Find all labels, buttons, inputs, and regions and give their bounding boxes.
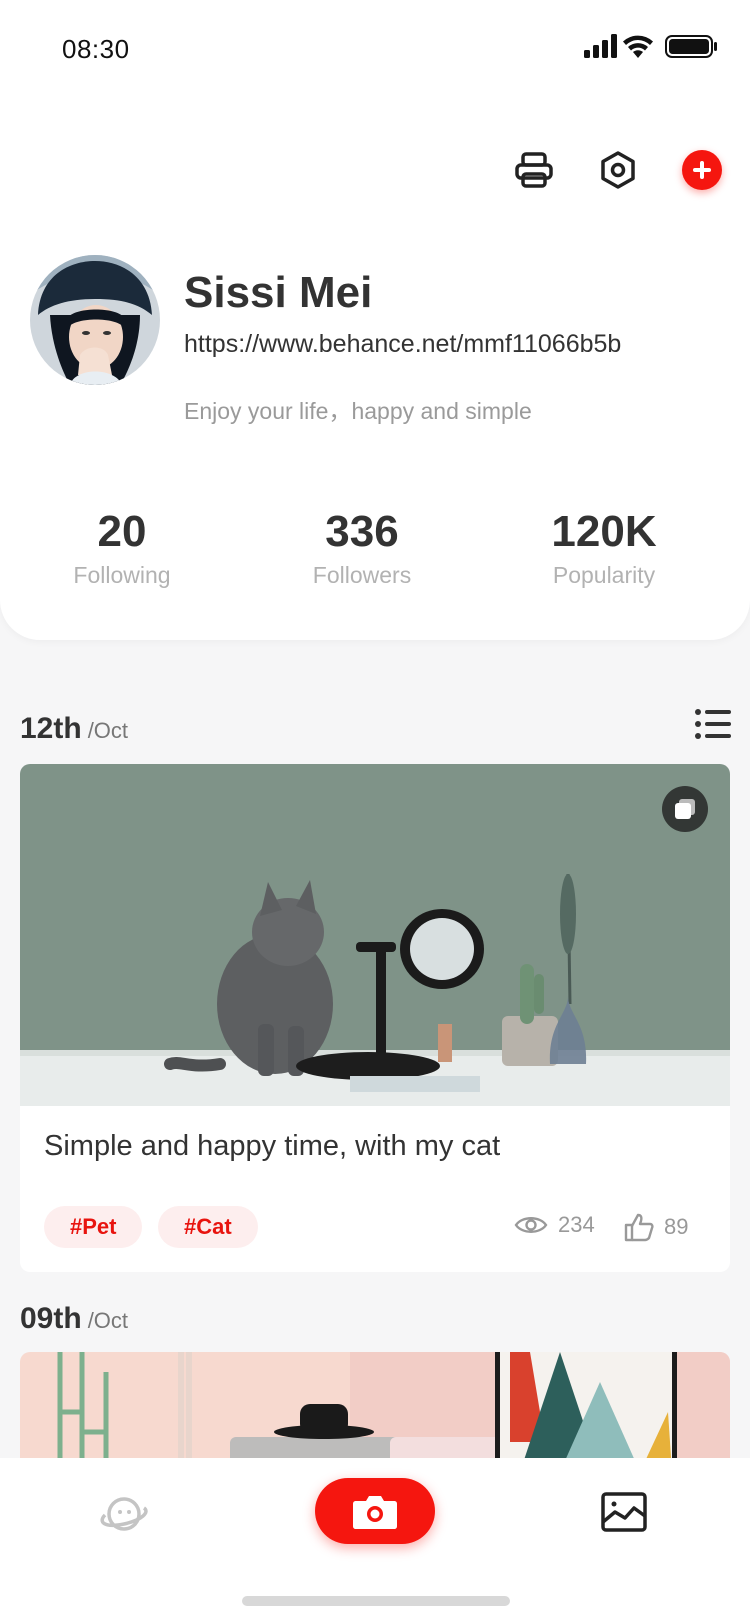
signal-icon — [584, 34, 617, 58]
stat-popularity[interactable]: 120K Popularity — [540, 507, 668, 589]
profile-bio: Enjoy your life，happy and simple — [184, 398, 532, 424]
camera-icon — [353, 1496, 397, 1529]
stat-followers[interactable]: 336 Followers — [296, 507, 428, 589]
stat-following[interactable]: 20 Following — [62, 507, 182, 589]
stat-label: Following — [73, 562, 171, 589]
profile-name: Sissi Mei — [184, 268, 373, 317]
stat-value: 120K — [551, 507, 657, 556]
add-icon — [693, 161, 711, 179]
wifi-icon — [623, 35, 653, 58]
tag-cat[interactable]: #Cat — [158, 1206, 258, 1248]
views-value: 234 — [558, 1212, 595, 1237]
stat-value: 20 — [97, 507, 147, 556]
likes-button[interactable]: 89 — [624, 1212, 688, 1242]
camera-button[interactable] — [315, 1478, 435, 1544]
home-indicator — [242, 1596, 510, 1606]
gallery-icon[interactable] — [600, 1490, 656, 1542]
likes-value: 89 — [664, 1214, 689, 1239]
post-date-month: /Oct — [87, 718, 129, 743]
battery-icon — [665, 35, 717, 58]
multiple-images-icon — [662, 786, 708, 832]
list-view-icon[interactable] — [695, 708, 731, 740]
add-button[interactable] — [682, 150, 722, 190]
avatar[interactable] — [30, 255, 160, 385]
settings-hex-icon[interactable] — [596, 148, 640, 192]
status-time: 08:30 — [62, 34, 130, 64]
post-image[interactable] — [20, 1352, 730, 1472]
post-card[interactable]: Simple and happy time, with my cat #Pet … — [20, 764, 730, 1272]
post-date-day: 09th — [20, 1302, 82, 1335]
post-date-day: 12th — [20, 712, 82, 745]
post-date: 09th /Oct — [20, 1302, 128, 1336]
stat-label: Popularity — [552, 562, 656, 589]
printer-icon[interactable] — [512, 148, 556, 192]
stat-label: Followers — [312, 562, 412, 589]
post-title[interactable]: Simple and happy time, with my cat — [44, 1130, 500, 1163]
thumbs-up-icon — [624, 1213, 654, 1242]
planet-icon[interactable] — [96, 1490, 152, 1542]
views-count: 234 — [514, 1212, 595, 1238]
status-icons — [584, 32, 724, 60]
stat-value: 336 — [325, 507, 399, 556]
post-image[interactable] — [20, 764, 730, 1106]
tag-pet[interactable]: #Pet — [44, 1206, 143, 1248]
profile-url-link[interactable]: https://www.behance.net/mmf11066b5b — [184, 330, 621, 359]
post-date: 12th /Oct — [20, 712, 128, 746]
post-date-month: /Oct — [87, 1308, 129, 1333]
eye-icon — [514, 1217, 548, 1233]
